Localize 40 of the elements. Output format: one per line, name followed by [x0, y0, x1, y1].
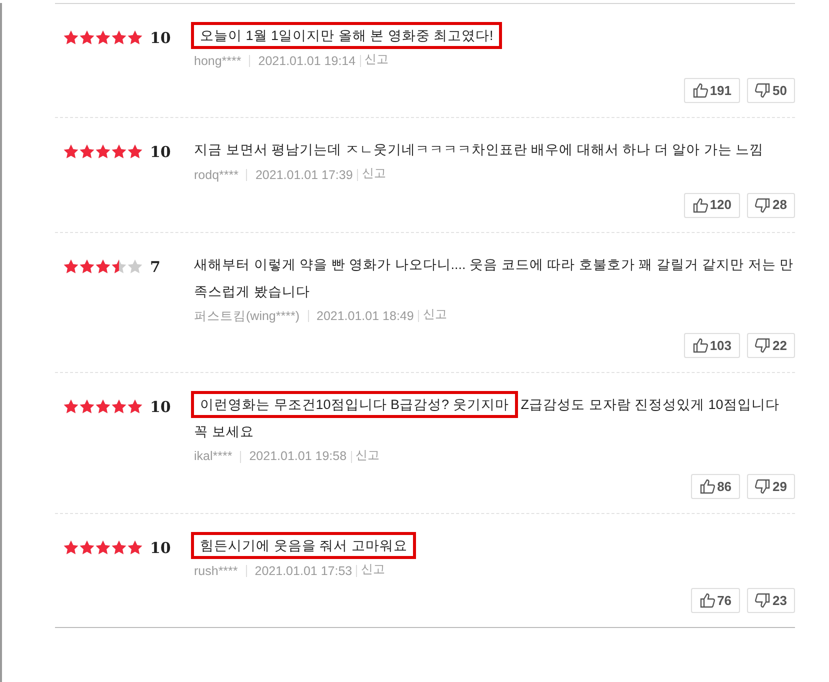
review-text: 오늘이 1월 1일이지만 올해 본 영화중 최고였다! — [194, 22, 794, 49]
author-name: ikal**** — [194, 448, 232, 466]
like-button[interactable]: 191 — [684, 78, 740, 104]
thumbs-up-icon — [692, 196, 708, 214]
rating-score: 7 — [150, 256, 162, 278]
like-button[interactable]: 86 — [691, 474, 740, 499]
author-name: rush**** — [194, 562, 238, 580]
dislike-button[interactable]: 29 — [746, 474, 795, 499]
thumbs-up-icon — [692, 82, 708, 100]
thumbs-down-icon — [754, 196, 771, 214]
review-text: 이런영화는 무조건10점입니다 B급감성? 웃기지마 Z급감성도 모자람 진정성있게 10점입니다 꼭 보세요 — [194, 391, 794, 446]
review-date: 2021.01.01 19:14 — [258, 52, 356, 70]
author-name: rodq**** — [194, 166, 238, 184]
like-button[interactable]: 103 — [684, 333, 740, 358]
review-text: 지금 보면서 평남기는데 ㅈㄴ웃기네ㅋㅋㅋㅋ차인표란 배우에 대해서 하나 더 알아 가는 느낌 — [194, 141, 765, 160]
review-text: 힘든시기에 웃음을 줘서 고마워요 — [194, 532, 794, 559]
review-date: 2021.01.01 17:39 — [255, 166, 353, 184]
review-date: 2021.01.01 18:49 — [316, 308, 414, 324]
thumbs-down-icon — [754, 592, 771, 610]
thumbs-up-icon — [699, 592, 716, 610]
thumbs-down-icon — [754, 478, 771, 495]
thumbs-down-icon — [754, 82, 771, 100]
thumbs-up-icon — [699, 478, 716, 495]
dislike-button[interactable]: 28 — [746, 192, 795, 218]
dislike-button[interactable]: 23 — [746, 588, 795, 614]
review-date: 2021.01.01 19:58 — [249, 448, 347, 466]
rating-score: 10 — [150, 538, 172, 559]
thumbs-down-icon — [754, 337, 771, 354]
like-button[interactable]: 76 — [691, 588, 740, 614]
dislike-button[interactable]: 22 — [746, 333, 795, 358]
rating-score: 10 — [150, 28, 172, 49]
dislike-button[interactable]: 50 — [746, 78, 795, 104]
like-button[interactable]: 120 — [684, 192, 740, 218]
rating-score: 10 — [150, 397, 172, 418]
author-name: hong**** — [194, 52, 242, 70]
review-text: 새해부터 이렇게 약을 빤 영화가 나오다니.... 웃음 코드에 따라 호불호가 꽤 갈릴거 같지만 저는 만족스럽게 봤습니다 — [194, 256, 794, 300]
author-name: 퍼스트킴(wing****) — [194, 308, 300, 325]
rating-score: 10 — [150, 142, 172, 164]
thumbs-up-icon — [692, 337, 708, 354]
review-date: 2021.01.01 17:53 — [254, 562, 352, 580]
